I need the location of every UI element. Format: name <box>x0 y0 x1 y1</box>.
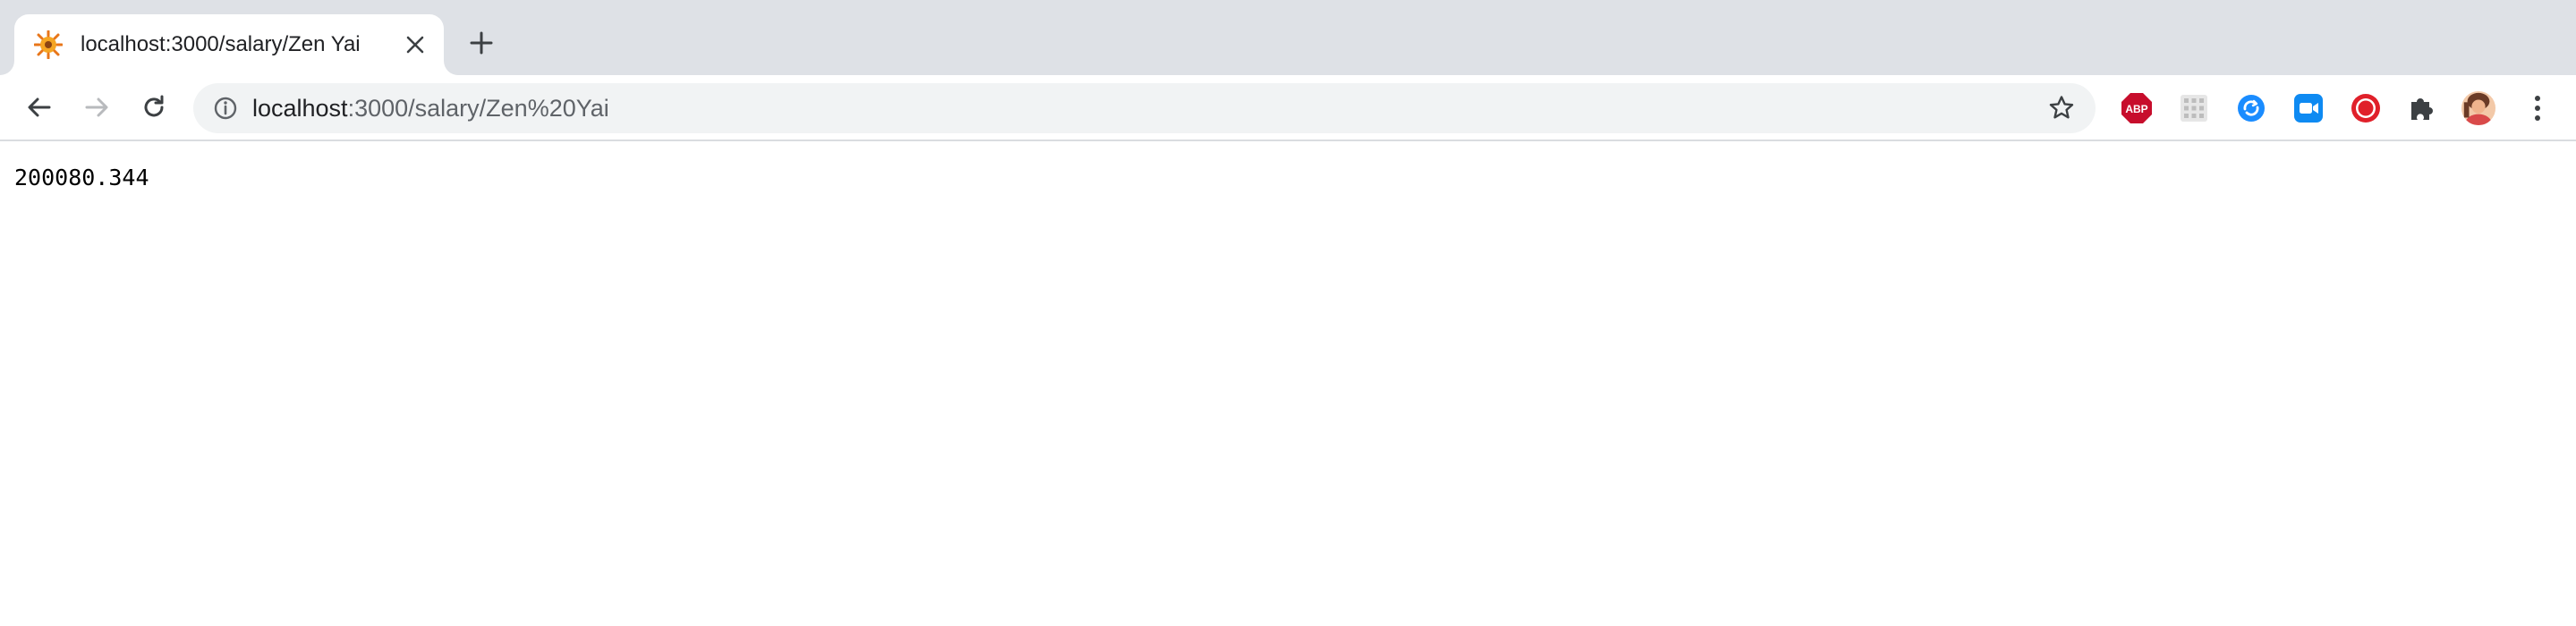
adblock-label: ABP <box>2125 103 2147 115</box>
reload-button[interactable] <box>132 86 175 129</box>
reload-icon <box>140 93 168 122</box>
close-icon[interactable] <box>397 27 433 63</box>
url-host: localhost <box>252 94 348 122</box>
profile-avatar[interactable] <box>2461 90 2496 126</box>
sync-extension-icon[interactable] <box>2233 90 2269 126</box>
arrow-left-icon <box>25 93 54 122</box>
star-outline-icon[interactable] <box>2044 90 2079 126</box>
plus-icon <box>469 30 494 55</box>
new-tab-button[interactable] <box>462 23 501 63</box>
address-bar[interactable]: localhost:3000/salary/Zen%20Yai <box>193 83 2096 133</box>
adblock-plus-icon[interactable]: ABP <box>2119 90 2155 126</box>
arrow-right-icon <box>82 93 111 122</box>
puzzle-icon[interactable] <box>2403 90 2439 126</box>
salary-value: 200080.344 <box>14 165 149 190</box>
url-text[interactable]: localhost:3000/salary/Zen%20Yai <box>252 95 2044 123</box>
browser-window: localhost:3000/salary/Zen Yai localhost:… <box>0 0 2576 626</box>
info-icon[interactable] <box>211 94 240 123</box>
active-tab[interactable]: localhost:3000/salary/Zen Yai <box>14 14 444 75</box>
toolbar: localhost:3000/salary/Zen%20Yai ABP <box>0 75 2576 141</box>
page-content: 200080.344 <box>0 141 2576 626</box>
tab-title: localhost:3000/salary/Zen Yai <box>81 32 361 56</box>
tab-strip: localhost:3000/salary/Zen Yai <box>0 0 2576 75</box>
back-button[interactable] <box>18 86 61 129</box>
kebab-menu-icon[interactable] <box>2520 90 2555 126</box>
url-path: :3000/salary/Zen%20Yai <box>347 94 609 122</box>
grid-extension-icon[interactable] <box>2176 90 2212 126</box>
zoom-extension-icon[interactable] <box>2291 90 2326 126</box>
record-extension-icon[interactable] <box>2348 90 2384 126</box>
forward-button[interactable] <box>75 86 118 129</box>
sun-flower-favicon-icon <box>34 30 63 59</box>
